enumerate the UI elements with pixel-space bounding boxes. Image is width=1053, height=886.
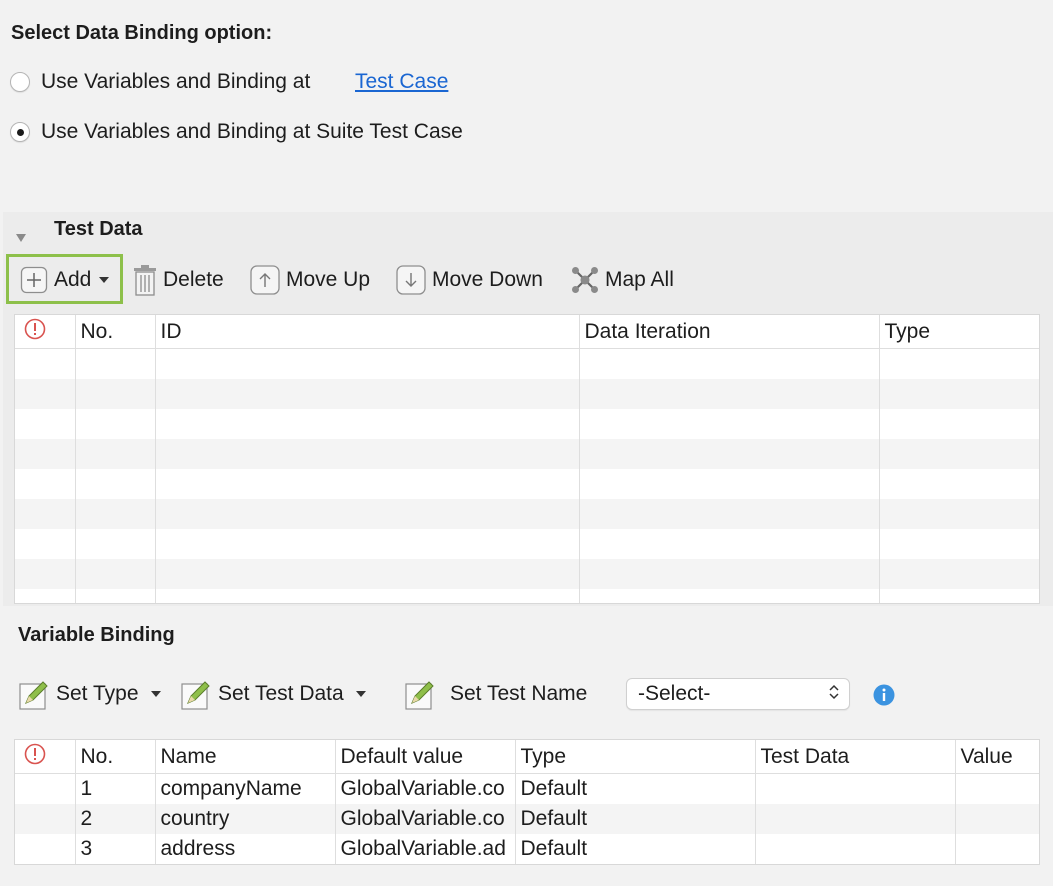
row-status-cell <box>15 834 76 864</box>
row-name-cell: country <box>155 804 336 834</box>
move-up-button[interactable]: Move Up <box>250 262 370 298</box>
column-header-value[interactable]: Value <box>955 740 1039 774</box>
row-number-cell: 3 <box>75 834 156 864</box>
radio-suite-test-case[interactable] <box>10 122 30 142</box>
column-header-no[interactable]: No. <box>75 315 156 349</box>
info-icon[interactable] <box>873 684 895 712</box>
set-test-data-button[interactable]: Set Test Data <box>181 676 366 712</box>
add-label: Add <box>54 268 92 291</box>
network-icon <box>571 266 599 294</box>
set-type-label: Set Type <box>56 682 139 705</box>
table-row <box>15 589 1039 603</box>
test-name-select[interactable]: -Select- <box>626 678 850 710</box>
move-down-button[interactable]: Move Down <box>396 262 543 298</box>
row-test-data-cell[interactable] <box>755 834 956 864</box>
column-header-type[interactable]: Type <box>515 740 756 774</box>
column-header-test-data[interactable]: Test Data <box>755 740 956 774</box>
table-row <box>15 439 1039 469</box>
plus-square-icon <box>20 266 48 294</box>
column-header-type[interactable]: Type <box>879 315 1039 349</box>
table-row <box>15 529 1039 559</box>
row-value-cell[interactable] <box>955 834 1039 864</box>
pencil-icon <box>19 679 50 710</box>
radio-test-case[interactable] <box>10 72 30 92</box>
table-row <box>15 469 1039 499</box>
table-row[interactable]: 2 country GlobalVariable.co Default <box>15 804 1039 834</box>
column-header-name[interactable]: Name <box>155 740 336 774</box>
column-header-id[interactable]: ID <box>155 315 580 349</box>
table-header-row: No. ID Data Iteration Type <box>15 315 1039 349</box>
row-status-cell <box>15 773 76 804</box>
chevron-down-icon <box>355 690 366 698</box>
column-header-data-iteration[interactable]: Data Iteration <box>579 315 880 349</box>
row-default-value-cell[interactable]: GlobalVariable.ad <box>335 834 516 864</box>
pencil-icon <box>405 679 436 710</box>
move-down-label: Move Down <box>432 268 543 291</box>
set-test-name-button[interactable]: Set Test Name <box>405 676 587 712</box>
set-test-data-label: Set Test Data <box>218 682 344 705</box>
variable-binding-title: Variable Binding <box>18 624 175 646</box>
set-type-button[interactable]: Set Type <box>19 676 161 712</box>
add-button[interactable]: Add <box>20 262 110 298</box>
arrow-down-icon <box>396 265 426 295</box>
binding-options-heading: Select Data Binding option: <box>11 22 273 44</box>
row-name-cell: address <box>155 834 336 864</box>
table-header-row: No. Name Default value Type Test Data Va… <box>15 740 1039 774</box>
error-column-header[interactable] <box>15 315 76 349</box>
column-header-no[interactable]: No. <box>75 740 156 774</box>
row-test-data-cell[interactable] <box>755 804 956 834</box>
row-status-cell <box>15 804 76 834</box>
test-name-select-value: -Select- <box>638 682 711 705</box>
map-all-button[interactable]: Map All <box>571 262 674 298</box>
row-name-cell: companyName <box>155 773 336 804</box>
table-row <box>15 379 1039 409</box>
arrow-up-icon <box>250 265 280 295</box>
row-type-cell[interactable]: Default <box>515 773 756 804</box>
row-number-cell: 1 <box>75 773 156 804</box>
select-arrows-icon <box>829 682 839 706</box>
delete-button[interactable]: Delete <box>133 262 224 298</box>
table-row[interactable]: 3 address GlobalVariable.ad Default <box>15 834 1039 864</box>
column-header-default-value[interactable]: Default value <box>335 740 516 774</box>
row-default-value-cell[interactable]: GlobalVariable.co <box>335 773 516 804</box>
set-test-name-label: Set Test Name <box>450 682 588 705</box>
test-data-title: Test Data <box>54 218 143 240</box>
chevron-down-icon <box>150 690 161 698</box>
error-circle-icon <box>24 743 46 771</box>
radio-suite-test-case-label: Use Variables and Binding at Suite Test … <box>41 120 463 143</box>
move-up-label: Move Up <box>286 268 371 291</box>
test-data-table[interactable]: No. ID Data Iteration Type <box>14 314 1040 604</box>
row-type-cell[interactable]: Default <box>515 834 756 864</box>
row-test-data-cell[interactable] <box>755 773 956 804</box>
map-all-label: Map All <box>605 268 674 291</box>
table-row <box>15 559 1039 589</box>
table-row <box>15 348 1039 379</box>
row-type-cell[interactable]: Default <box>515 804 756 834</box>
delete-label: Delete <box>163 268 224 291</box>
row-default-value-cell[interactable]: GlobalVariable.co <box>335 804 516 834</box>
row-number-cell: 2 <box>75 804 156 834</box>
table-row[interactable]: 1 companyName GlobalVariable.co Default <box>15 773 1039 805</box>
row-value-cell[interactable] <box>955 804 1039 834</box>
row-value-cell[interactable] <box>955 774 1039 805</box>
error-circle-icon <box>24 318 46 346</box>
table-row <box>15 499 1039 529</box>
chevron-down-icon <box>99 276 110 284</box>
trash-icon <box>133 264 157 296</box>
radio-test-case-label: Use Variables and Binding at <box>41 70 311 93</box>
error-column-header[interactable] <box>15 740 76 774</box>
collapse-test-data-icon[interactable] <box>15 226 27 250</box>
variable-binding-table[interactable]: No. Name Default value Type Test Data Va… <box>14 739 1040 865</box>
table-row <box>15 409 1039 439</box>
pencil-icon <box>181 679 212 710</box>
test-case-link[interactable]: Test Case <box>355 70 448 94</box>
